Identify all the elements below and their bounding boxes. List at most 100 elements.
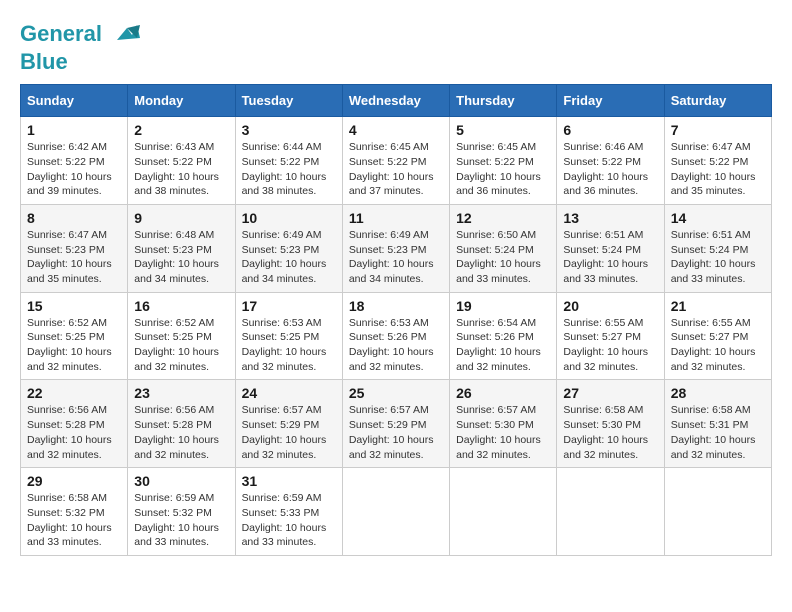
day-info: Sunrise: 6:56 AM Sunset: 5:28 PM Dayligh…	[134, 403, 228, 462]
calendar-day-cell: 6 Sunrise: 6:46 AM Sunset: 5:22 PM Daylig…	[557, 117, 664, 205]
logo-general: General	[20, 21, 102, 46]
day-number: 6	[563, 122, 657, 138]
logo-bird-icon	[112, 20, 142, 50]
day-number: 13	[563, 210, 657, 226]
day-info: Sunrise: 6:45 AM Sunset: 5:22 PM Dayligh…	[349, 140, 443, 199]
day-number: 24	[242, 385, 336, 401]
calendar-day-cell: 9 Sunrise: 6:48 AM Sunset: 5:23 PM Daylig…	[128, 204, 235, 292]
day-info: Sunrise: 6:58 AM Sunset: 5:31 PM Dayligh…	[671, 403, 765, 462]
day-info: Sunrise: 6:49 AM Sunset: 5:23 PM Dayligh…	[349, 228, 443, 287]
day-info: Sunrise: 6:46 AM Sunset: 5:22 PM Dayligh…	[563, 140, 657, 199]
day-info: Sunrise: 6:43 AM Sunset: 5:22 PM Dayligh…	[134, 140, 228, 199]
day-number: 19	[456, 298, 550, 314]
calendar-day-cell: 21 Sunrise: 6:55 AM Sunset: 5:27 PM Dayli…	[664, 292, 771, 380]
calendar-day-cell	[342, 468, 449, 556]
day-info: Sunrise: 6:58 AM Sunset: 5:32 PM Dayligh…	[27, 491, 121, 550]
calendar-day-cell: 3 Sunrise: 6:44 AM Sunset: 5:22 PM Daylig…	[235, 117, 342, 205]
calendar-day-cell: 16 Sunrise: 6:52 AM Sunset: 5:25 PM Dayli…	[128, 292, 235, 380]
calendar-day-cell: 19 Sunrise: 6:54 AM Sunset: 5:26 PM Dayli…	[450, 292, 557, 380]
day-of-week-header: Tuesday	[235, 85, 342, 117]
day-of-week-header: Friday	[557, 85, 664, 117]
calendar-day-cell: 24 Sunrise: 6:57 AM Sunset: 5:29 PM Dayli…	[235, 380, 342, 468]
day-number: 21	[671, 298, 765, 314]
day-number: 8	[27, 210, 121, 226]
day-number: 5	[456, 122, 550, 138]
calendar-day-cell: 12 Sunrise: 6:50 AM Sunset: 5:24 PM Dayli…	[450, 204, 557, 292]
day-of-week-header: Monday	[128, 85, 235, 117]
day-number: 2	[134, 122, 228, 138]
day-info: Sunrise: 6:59 AM Sunset: 5:33 PM Dayligh…	[242, 491, 336, 550]
day-number: 29	[27, 473, 121, 489]
calendar-day-cell: 10Sunrise: 6:49 AM Sunset: 5:23 PM Dayli…	[235, 204, 342, 292]
logo-blue: Blue	[20, 49, 68, 74]
calendar-day-cell: 5Sunrise: 6:45 AM Sunset: 5:22 PM Daylig…	[450, 117, 557, 205]
day-info: Sunrise: 6:42 AM Sunset: 5:22 PM Dayligh…	[27, 140, 121, 199]
day-info: Sunrise: 6:49 AM Sunset: 5:23 PM Dayligh…	[242, 228, 336, 287]
day-info: Sunrise: 6:52 AM Sunset: 5:25 PM Dayligh…	[27, 316, 121, 375]
calendar-day-cell: 11 Sunrise: 6:49 AM Sunset: 5:23 PM Dayli…	[342, 204, 449, 292]
day-number: 17	[242, 298, 336, 314]
day-info: Sunrise: 6:57 AM Sunset: 5:29 PM Dayligh…	[242, 403, 336, 462]
calendar-header-row: SundayMondayTuesdayWednesdayThursdayFrid…	[21, 85, 772, 117]
calendar-day-cell: 29 Sunrise: 6:58 AM Sunset: 5:32 PM Dayli…	[21, 468, 128, 556]
calendar-day-cell: 28Sunrise: 6:58 AM Sunset: 5:31 PM Dayli…	[664, 380, 771, 468]
day-of-week-header: Thursday	[450, 85, 557, 117]
calendar-day-cell: 20Sunrise: 6:55 AM Sunset: 5:27 PM Dayli…	[557, 292, 664, 380]
calendar-day-cell: 1 Sunrise: 6:42 AM Sunset: 5:22 PM Daylig…	[21, 117, 128, 205]
day-info: Sunrise: 6:53 AM Sunset: 5:26 PM Dayligh…	[349, 316, 443, 375]
calendar-day-cell: 13Sunrise: 6:51 AM Sunset: 5:24 PM Dayli…	[557, 204, 664, 292]
day-number: 1	[27, 122, 121, 138]
calendar-day-cell	[664, 468, 771, 556]
day-info: Sunrise: 6:58 AM Sunset: 5:30 PM Dayligh…	[563, 403, 657, 462]
day-number: 23	[134, 385, 228, 401]
calendar-day-cell: 7 Sunrise: 6:47 AM Sunset: 5:22 PM Daylig…	[664, 117, 771, 205]
day-number: 14	[671, 210, 765, 226]
calendar-day-cell: 26 Sunrise: 6:57 AM Sunset: 5:30 PM Dayli…	[450, 380, 557, 468]
day-number: 12	[456, 210, 550, 226]
day-info: Sunrise: 6:55 AM Sunset: 5:27 PM Dayligh…	[671, 316, 765, 375]
page-header: General Blue	[20, 20, 772, 74]
day-number: 15	[27, 298, 121, 314]
day-info: Sunrise: 6:53 AM Sunset: 5:25 PM Dayligh…	[242, 316, 336, 375]
day-info: Sunrise: 6:47 AM Sunset: 5:22 PM Dayligh…	[671, 140, 765, 199]
day-number: 16	[134, 298, 228, 314]
calendar-day-cell: 30Sunrise: 6:59 AM Sunset: 5:32 PM Dayli…	[128, 468, 235, 556]
calendar-day-cell: 22 Sunrise: 6:56 AM Sunset: 5:28 PM Dayli…	[21, 380, 128, 468]
calendar-week-row: 22 Sunrise: 6:56 AM Sunset: 5:28 PM Dayli…	[21, 380, 772, 468]
day-info: Sunrise: 6:44 AM Sunset: 5:22 PM Dayligh…	[242, 140, 336, 199]
day-info: Sunrise: 6:57 AM Sunset: 5:30 PM Dayligh…	[456, 403, 550, 462]
day-info: Sunrise: 6:50 AM Sunset: 5:24 PM Dayligh…	[456, 228, 550, 287]
day-info: Sunrise: 6:48 AM Sunset: 5:23 PM Dayligh…	[134, 228, 228, 287]
calendar-day-cell: 23 Sunrise: 6:56 AM Sunset: 5:28 PM Dayli…	[128, 380, 235, 468]
day-of-week-header: Wednesday	[342, 85, 449, 117]
day-number: 3	[242, 122, 336, 138]
day-number: 27	[563, 385, 657, 401]
calendar-day-cell: 2 Sunrise: 6:43 AM Sunset: 5:22 PM Daylig…	[128, 117, 235, 205]
calendar-day-cell: 27 Sunrise: 6:58 AM Sunset: 5:30 PM Dayli…	[557, 380, 664, 468]
day-info: Sunrise: 6:59 AM Sunset: 5:32 PM Dayligh…	[134, 491, 228, 550]
calendar-day-cell	[557, 468, 664, 556]
calendar-day-cell: 14 Sunrise: 6:51 AM Sunset: 5:24 PM Dayli…	[664, 204, 771, 292]
calendar-day-cell	[450, 468, 557, 556]
calendar-day-cell: 17 Sunrise: 6:53 AM Sunset: 5:25 PM Dayli…	[235, 292, 342, 380]
day-number: 31	[242, 473, 336, 489]
day-number: 22	[27, 385, 121, 401]
day-info: Sunrise: 6:52 AM Sunset: 5:25 PM Dayligh…	[134, 316, 228, 375]
day-number: 26	[456, 385, 550, 401]
day-number: 9	[134, 210, 228, 226]
day-info: Sunrise: 6:56 AM Sunset: 5:28 PM Dayligh…	[27, 403, 121, 462]
calendar-day-cell: 25Sunrise: 6:57 AM Sunset: 5:29 PM Dayli…	[342, 380, 449, 468]
day-number: 25	[349, 385, 443, 401]
day-info: Sunrise: 6:54 AM Sunset: 5:26 PM Dayligh…	[456, 316, 550, 375]
day-number: 7	[671, 122, 765, 138]
calendar-day-cell: 4Sunrise: 6:45 AM Sunset: 5:22 PM Daylig…	[342, 117, 449, 205]
calendar-day-cell: 8Sunrise: 6:47 AM Sunset: 5:23 PM Daylig…	[21, 204, 128, 292]
calendar-week-row: 1 Sunrise: 6:42 AM Sunset: 5:22 PM Daylig…	[21, 117, 772, 205]
day-number: 11	[349, 210, 443, 226]
day-number: 18	[349, 298, 443, 314]
calendar-week-row: 8Sunrise: 6:47 AM Sunset: 5:23 PM Daylig…	[21, 204, 772, 292]
calendar-day-cell: 31 Sunrise: 6:59 AM Sunset: 5:33 PM Dayli…	[235, 468, 342, 556]
day-info: Sunrise: 6:51 AM Sunset: 5:24 PM Dayligh…	[671, 228, 765, 287]
calendar-day-cell: 18 Sunrise: 6:53 AM Sunset: 5:26 PM Dayli…	[342, 292, 449, 380]
day-info: Sunrise: 6:55 AM Sunset: 5:27 PM Dayligh…	[563, 316, 657, 375]
